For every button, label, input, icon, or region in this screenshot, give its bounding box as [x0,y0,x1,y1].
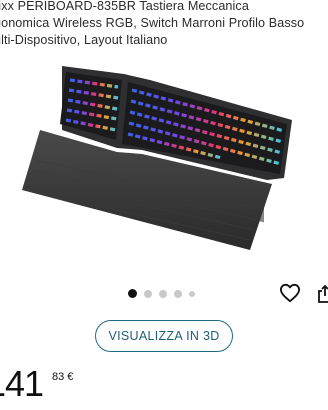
image-carousel-dots[interactable] [128,289,195,298]
product-image[interactable] [22,60,312,260]
carousel-dot[interactable] [174,289,182,298]
carousel-dot-active[interactable] [128,289,137,298]
carousel-dot[interactable] [159,289,167,298]
view-3d-button[interactable]: VISUALIZZA IN 3D [95,320,233,352]
carousel-dot[interactable] [144,289,152,298]
product-title-line: rixx PERIBOARD-835BR Tastiera Meccanica [0,0,249,13]
price-whole: 141 [0,363,44,404]
product-title-line: ulti-Dispositivo, Layout Italiano [0,33,168,47]
price-fraction: 83 € [52,371,74,383]
product-title: rixx PERIBOARD-835BR Tastiera Meccanica … [0,0,328,49]
heart-outline-icon[interactable] [279,283,301,303]
share-icon[interactable] [318,285,328,303]
product-title-line: gonomica Wireless RGB, Switch Marroni Pr… [0,16,305,30]
carousel-dot[interactable] [189,290,195,297]
